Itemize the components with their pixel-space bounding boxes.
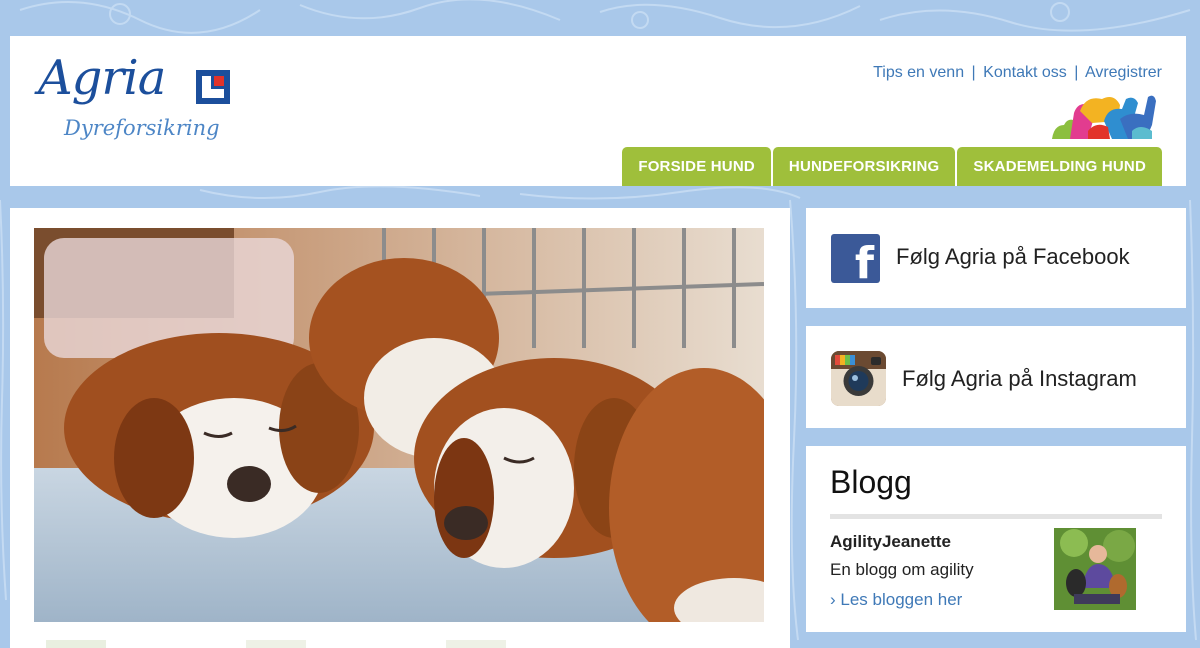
divider: |	[1074, 64, 1079, 81]
content-fade	[46, 640, 506, 648]
hero-image[interactable]	[34, 228, 764, 622]
main-content	[10, 208, 790, 648]
unsubscribe-link[interactable]: Avregistrer	[1085, 64, 1162, 81]
instagram-card[interactable]: Følg Agria på Instagram	[806, 326, 1186, 428]
logo-mark-icon	[196, 70, 230, 104]
divider: |	[971, 64, 976, 81]
divider	[830, 514, 1162, 519]
tab-hundeforsikring[interactable]: HUNDEFORSIKRING	[772, 147, 956, 186]
blog-heading: Blogg	[830, 464, 912, 500]
blog-author-photo[interactable]	[1054, 528, 1136, 610]
top-links: Tips en venn | Kontakt oss | Avregistrer	[873, 64, 1162, 82]
facebook-label: Følg Agria på Facebook	[896, 244, 1130, 269]
blog-author: AgilityJeanette	[830, 532, 951, 551]
facebook-card[interactable]: f Følg Agria på Facebook	[806, 208, 1186, 308]
tips-link[interactable]: Tips en venn	[873, 64, 964, 81]
site-header: Agria Dyreforsikring Tips en venn | Kont…	[10, 36, 1186, 186]
contact-link[interactable]: Kontakt oss	[983, 64, 1067, 81]
agria-logo[interactable]: Agria Dyreforsikring	[38, 50, 238, 150]
instagram-icon	[831, 351, 886, 406]
blog-card: Blogg AgilityJeanette En blogg om agilit…	[806, 446, 1186, 632]
logo-wordmark: Agria	[38, 50, 166, 106]
puppies-photo	[34, 228, 764, 622]
instagram-label: Følg Agria på Instagram	[902, 366, 1137, 391]
facebook-icon: f	[831, 234, 880, 289]
blog-description: En blogg om agility	[830, 560, 974, 579]
read-blog-link[interactable]: › Les bloggen her	[830, 590, 962, 610]
logo-tagline: Dyreforsikring	[64, 116, 220, 140]
tab-skademelding-hund[interactable]: SKADEMELDING HUND	[957, 147, 1162, 186]
tab-forside-hund[interactable]: FORSIDE HUND	[622, 147, 771, 186]
animals-illustration-icon	[1052, 95, 1156, 139]
main-navigation: FORSIDE HUND HUNDEFORSIKRING SKADEMELDIN…	[622, 147, 1162, 186]
